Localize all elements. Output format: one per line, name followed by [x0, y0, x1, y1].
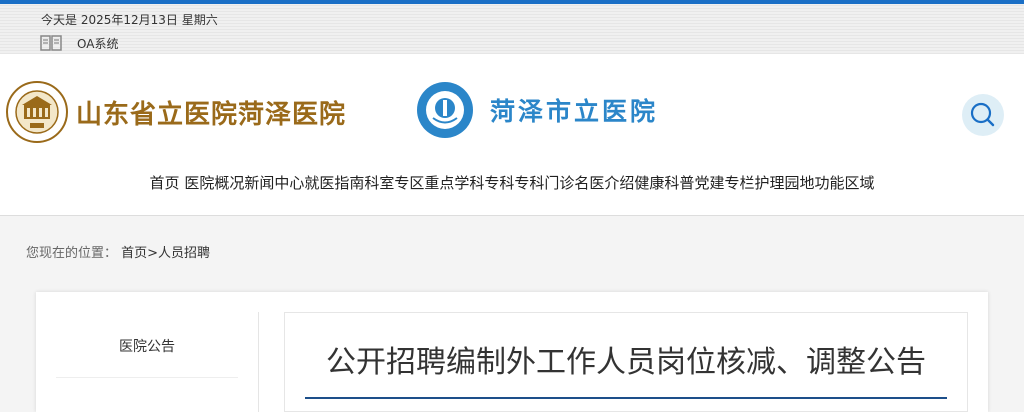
content-panel: 医院公告 公开招聘编制外工作人员岗位核减、调整公告 [36, 292, 988, 412]
article-title: 公开招聘编制外工作人员岗位核减、调整公告 [326, 345, 926, 380]
nav-item-specialty-clinics[interactable]: 专科专科门诊 [484, 174, 574, 192]
article-panel: 公开招聘编制外工作人员岗位核减、调整公告 [284, 312, 968, 412]
nav-item-key-disciplines[interactable]: 重点学科 [424, 174, 484, 192]
sidebar-item-announcements[interactable]: 医院公告 [36, 336, 258, 356]
date-label: 今天是 2025年12月13日 星期六 [41, 13, 218, 27]
hospital-seal-logo[interactable] [6, 81, 68, 143]
nav-item-departments[interactable]: 科室专区 [364, 174, 424, 192]
search-icon [970, 102, 995, 127]
nav-item-nursing[interactable]: 护理园地 [754, 174, 814, 192]
nav-item-news[interactable]: 新闻中心 [244, 174, 304, 192]
nav-item-home[interactable]: 首页 [150, 174, 180, 192]
sidebar-separator [258, 312, 259, 412]
main-nav: 首页 医院概况新闻中心就医指南科室专区重点学科专科专科门诊名医介绍健康科普党建专… [0, 172, 1024, 193]
city-hospital-name: 菏泽市立医院 [490, 97, 659, 126]
nav-item-doctors[interactable]: 名医介绍 [574, 174, 634, 192]
nav-item-functions[interactable]: 功能区域 [814, 174, 874, 192]
hospital-name: 山东省立医院菏泽医院 [76, 100, 347, 130]
site-header: 山东省立医院菏泽医院 菏泽市立医院 首页 医院概况新闻中心就医指南科室专区重点学… [0, 54, 1024, 216]
title-underline [305, 397, 947, 399]
breadcrumb-prefix: 您现在的位置： [26, 246, 118, 261]
info-bar: 今天是 2025年12月13日 星期六 OA系统 [0, 4, 1024, 54]
nav-item-guide[interactable]: 就医指南 [304, 174, 364, 192]
city-hospital-logo[interactable] [416, 81, 474, 139]
breadcrumb-path[interactable]: 首页>人员招聘 [121, 246, 210, 261]
nav-item-health[interactable]: 健康科普 [634, 174, 694, 192]
nav-item-party[interactable]: 党建专栏 [694, 174, 754, 192]
book-icon [40, 35, 62, 51]
oa-system-link[interactable]: OA系统 [77, 35, 118, 52]
sidebar-divider [56, 377, 238, 378]
breadcrumb: 您现在的位置： 首页>人员招聘 [26, 242, 210, 261]
search-button[interactable] [962, 94, 1004, 136]
nav-item-overview[interactable]: 医院概况 [184, 174, 244, 192]
